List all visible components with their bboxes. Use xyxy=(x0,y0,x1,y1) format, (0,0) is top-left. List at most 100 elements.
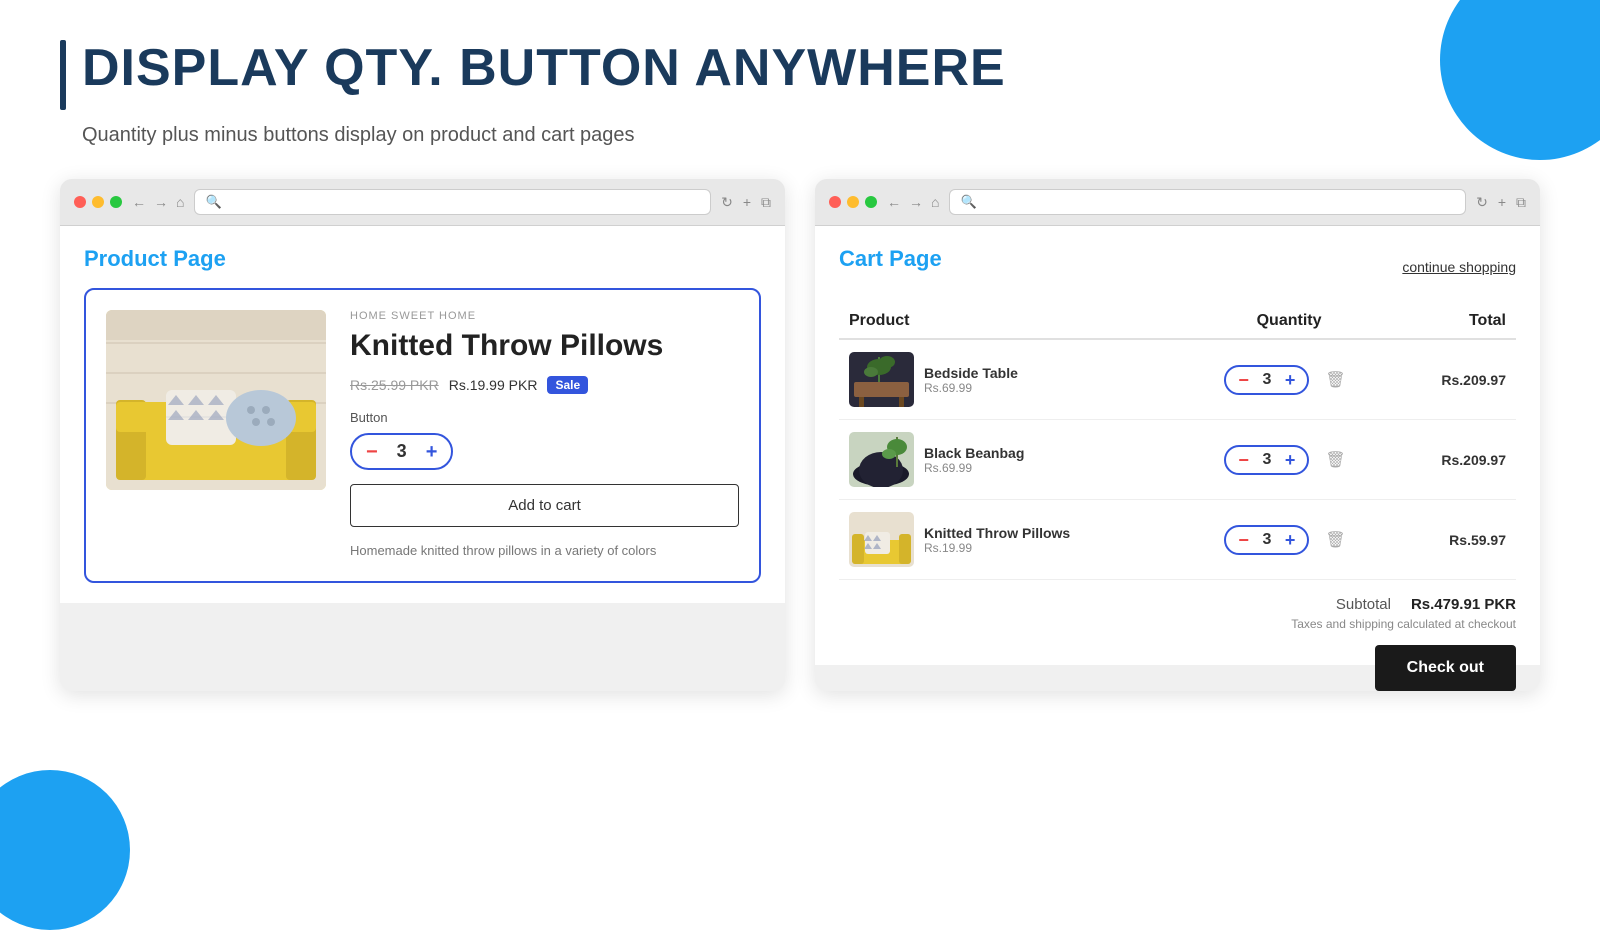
product-browser-body: Product Page xyxy=(60,226,785,603)
cart-qty-minus-1[interactable]: − xyxy=(1238,451,1249,469)
product-card: HOME SWEET HOME Knitted Throw Pillows Rs… xyxy=(84,288,761,583)
nav-back[interactable]: ← xyxy=(132,194,146,210)
price-old: Rs.25.99 PKR xyxy=(350,377,439,393)
cart-item-0: Bedside Table Rs.69.99 xyxy=(839,339,1183,420)
product-page-window: ← → ⌂ 🔍 ↻ + ⧉ Product Page xyxy=(60,179,785,691)
subtotal-value: Rs.479.91 PKR xyxy=(1411,596,1516,613)
cart-qty-value-2: 3 xyxy=(1259,531,1275,549)
cart-item-price-0: Rs.69.99 xyxy=(924,381,1018,395)
nav-forward[interactable]: → xyxy=(154,194,168,210)
cart-window-icon[interactable]: ⧉ xyxy=(1516,194,1526,211)
cart-item-total-1: Rs.209.97 xyxy=(1395,420,1516,500)
cart-browser-toolbar: ← → ⌂ 🔍 ↻ + ⧉ xyxy=(815,179,1540,226)
tax-note: Taxes and shipping calculated at checkou… xyxy=(839,617,1516,631)
cart-item-img-2 xyxy=(849,512,914,567)
cart-qty-cell-0: − 3 + 🗑 xyxy=(1183,339,1396,420)
qty-stepper[interactable]: − 3 + xyxy=(350,433,453,470)
cart-nav-home[interactable]: ⌂ xyxy=(931,194,939,210)
cart-refresh-icon[interactable]: ↻ xyxy=(1476,194,1488,211)
cart-page-window: ← → ⌂ 🔍 ↻ + ⧉ Cart Page continue shoppin… xyxy=(815,179,1540,691)
cart-item-name-0: Bedside Table xyxy=(924,365,1018,381)
col-quantity: Quantity xyxy=(1183,304,1396,339)
cart-item-name-2: Knitted Throw Pillows xyxy=(924,525,1070,541)
cart-qty-plus-0[interactable]: + xyxy=(1285,371,1296,389)
cart-nav-back[interactable]: ← xyxy=(887,194,901,210)
cart-summary: Subtotal Rs.479.91 PKR Taxes and shippin… xyxy=(839,596,1516,631)
cart-new-tab-icon[interactable]: + xyxy=(1498,194,1506,211)
header-accent-bar xyxy=(60,40,66,110)
cart-item-total-0: Rs.209.97 xyxy=(1395,339,1516,420)
product-description: Homemade knitted throw pillows in a vari… xyxy=(350,541,739,561)
col-product: Product xyxy=(839,304,1183,339)
cart-qty-value-1: 3 xyxy=(1259,451,1275,469)
add-to-cart-button[interactable]: Add to cart xyxy=(350,484,739,527)
new-tab-icon[interactable]: + xyxy=(743,194,751,211)
page-header: DISPLAY QTY. BUTTON ANYWHERE xyxy=(60,40,1540,110)
subtotal-row: Subtotal Rs.479.91 PKR xyxy=(839,596,1516,613)
product-brand: HOME SWEET HOME xyxy=(350,310,739,322)
product-details: HOME SWEET HOME Knitted Throw Pillows Rs… xyxy=(350,310,739,561)
deco-circle-bottom-left xyxy=(0,770,130,930)
cart-item-info-0: Bedside Table Rs.69.99 xyxy=(849,352,1173,407)
cart-delete-icon-0[interactable]: 🗑 xyxy=(1317,370,1353,390)
cart-dot-green[interactable] xyxy=(865,196,877,208)
cart-qty-minus-2[interactable]: − xyxy=(1238,531,1249,549)
continue-shopping-link[interactable]: continue shopping xyxy=(1402,259,1516,275)
cart-qty-cell-2: − 3 + 🗑 xyxy=(1183,500,1396,580)
cart-browser-nav: ← → ⌂ xyxy=(887,194,939,210)
cart-browser-search-bar[interactable]: 🔍 xyxy=(949,189,1466,215)
cart-qty-value-0: 3 xyxy=(1259,371,1275,389)
browser-actions: ↻ + ⧉ xyxy=(721,194,771,211)
cart-dot-yellow[interactable] xyxy=(847,196,859,208)
cart-item-1: Black Beanbag Rs.69.99 xyxy=(839,420,1183,500)
cart-delete-icon-1[interactable]: 🗑 xyxy=(1317,450,1353,470)
qty-value: 3 xyxy=(392,441,412,462)
browser-nav: ← → ⌂ xyxy=(132,194,184,210)
subtotal-label: Subtotal xyxy=(1336,596,1391,613)
cart-browser-dots xyxy=(829,196,877,208)
dot-yellow[interactable] xyxy=(92,196,104,208)
dot-green[interactable] xyxy=(110,196,122,208)
page-title: DISPLAY QTY. BUTTON ANYWHERE xyxy=(82,40,1006,97)
cart-item-text-2: Knitted Throw Pillows Rs.19.99 xyxy=(924,525,1070,555)
table-row: Bedside Table Rs.69.99 − 3 + 🗑 Rs.209.97 xyxy=(839,339,1516,420)
search-icon: 🔍 xyxy=(205,194,221,210)
browser-dots xyxy=(74,196,122,208)
cart-search-icon: 🔍 xyxy=(960,194,976,210)
refresh-icon[interactable]: ↻ xyxy=(721,194,733,211)
nav-home[interactable]: ⌂ xyxy=(176,194,184,210)
product-browser-toolbar: ← → ⌂ 🔍 ↻ + ⧉ xyxy=(60,179,785,226)
window-icon[interactable]: ⧉ xyxy=(761,194,771,211)
cart-table: Product Quantity Total xyxy=(839,304,1516,580)
browser-search-bar[interactable]: 🔍 xyxy=(194,189,711,215)
cart-qty-stepper-0[interactable]: − 3 + xyxy=(1224,365,1309,395)
product-pricing: Rs.25.99 PKR Rs.19.99 PKR Sale xyxy=(350,376,739,394)
cart-browser-actions: ↻ + ⧉ xyxy=(1476,194,1526,211)
cart-qty-minus-0[interactable]: − xyxy=(1238,371,1249,389)
cart-item-price-1: Rs.69.99 xyxy=(924,461,1024,475)
dot-red[interactable] xyxy=(74,196,86,208)
qty-plus-btn[interactable]: + xyxy=(426,442,438,462)
qty-minus-btn[interactable]: − xyxy=(366,442,378,462)
cart-qty-plus-2[interactable]: + xyxy=(1285,531,1296,549)
sale-badge: Sale xyxy=(547,376,588,394)
cart-nav-forward[interactable]: → xyxy=(909,194,923,210)
cart-qty-plus-1[interactable]: + xyxy=(1285,451,1296,469)
cart-item-img-0 xyxy=(849,352,914,407)
cart-item-info-2: Knitted Throw Pillows Rs.19.99 xyxy=(849,512,1173,567)
cart-qty-stepper-2[interactable]: − 3 + xyxy=(1224,525,1309,555)
cart-item-text-0: Bedside Table Rs.69.99 xyxy=(924,365,1018,395)
cart-delete-icon-2[interactable]: 🗑 xyxy=(1317,530,1353,550)
checkout-button[interactable]: Check out xyxy=(1375,645,1516,691)
table-row: Knitted Throw Pillows Rs.19.99 − 3 + 🗑 R… xyxy=(839,500,1516,580)
cart-item-img-1 xyxy=(849,432,914,487)
cart-browser-body: Cart Page continue shopping Product Quan… xyxy=(815,226,1540,665)
cart-header-row: Cart Page continue shopping xyxy=(839,246,1516,288)
cart-dot-red[interactable] xyxy=(829,196,841,208)
cart-qty-stepper-1[interactable]: − 3 + xyxy=(1224,445,1309,475)
cart-qty-col-0: − 3 + 🗑 xyxy=(1193,365,1386,395)
cart-item-total-2: Rs.59.97 xyxy=(1395,500,1516,580)
col-total: Total xyxy=(1395,304,1516,339)
cart-item-2: Knitted Throw Pillows Rs.19.99 xyxy=(839,500,1183,580)
cart-item-name-1: Black Beanbag xyxy=(924,445,1024,461)
